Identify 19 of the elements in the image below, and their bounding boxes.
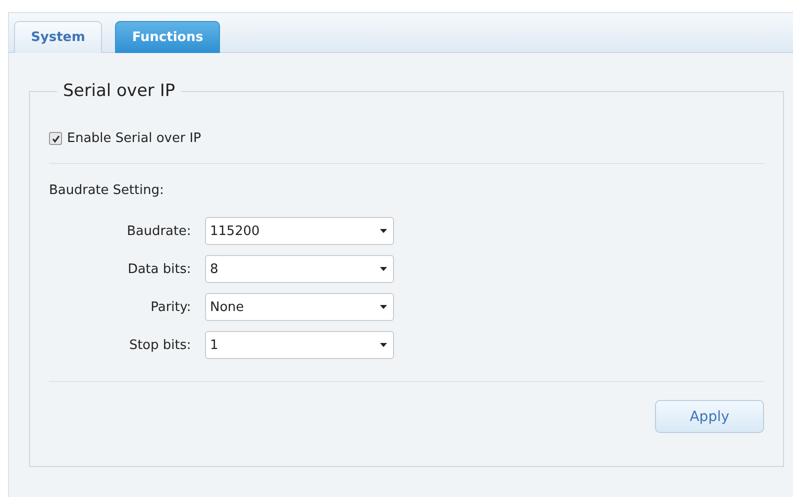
field-label: Stop bits: — [128, 338, 191, 352]
field-label: Baudrate: — [126, 224, 191, 238]
apply-button[interactable]: Apply — [655, 400, 764, 433]
dropdown[interactable]: 115200 — [205, 217, 394, 245]
caret-icon — [380, 305, 387, 309]
dropdown[interactable]: 8 — [205, 255, 394, 283]
caret-icon — [380, 343, 387, 347]
checkbox[interactable] — [49, 132, 62, 145]
section-subtitle: Baudrate Setting: — [49, 183, 165, 198]
field-label: Data bits: — [126, 262, 191, 276]
caret-icon — [380, 267, 387, 271]
check-icon — [52, 134, 60, 142]
caret-icon — [380, 229, 387, 233]
group-title: Serial over IP — [62, 81, 176, 101]
dropdown[interactable]: None — [205, 293, 394, 321]
checkbox-label: Enable Serial over IP — [67, 131, 202, 146]
dropdown[interactable]: 1 — [205, 331, 394, 359]
tab[interactable]: System — [14, 21, 102, 53]
field-label: Parity: — [150, 300, 191, 314]
